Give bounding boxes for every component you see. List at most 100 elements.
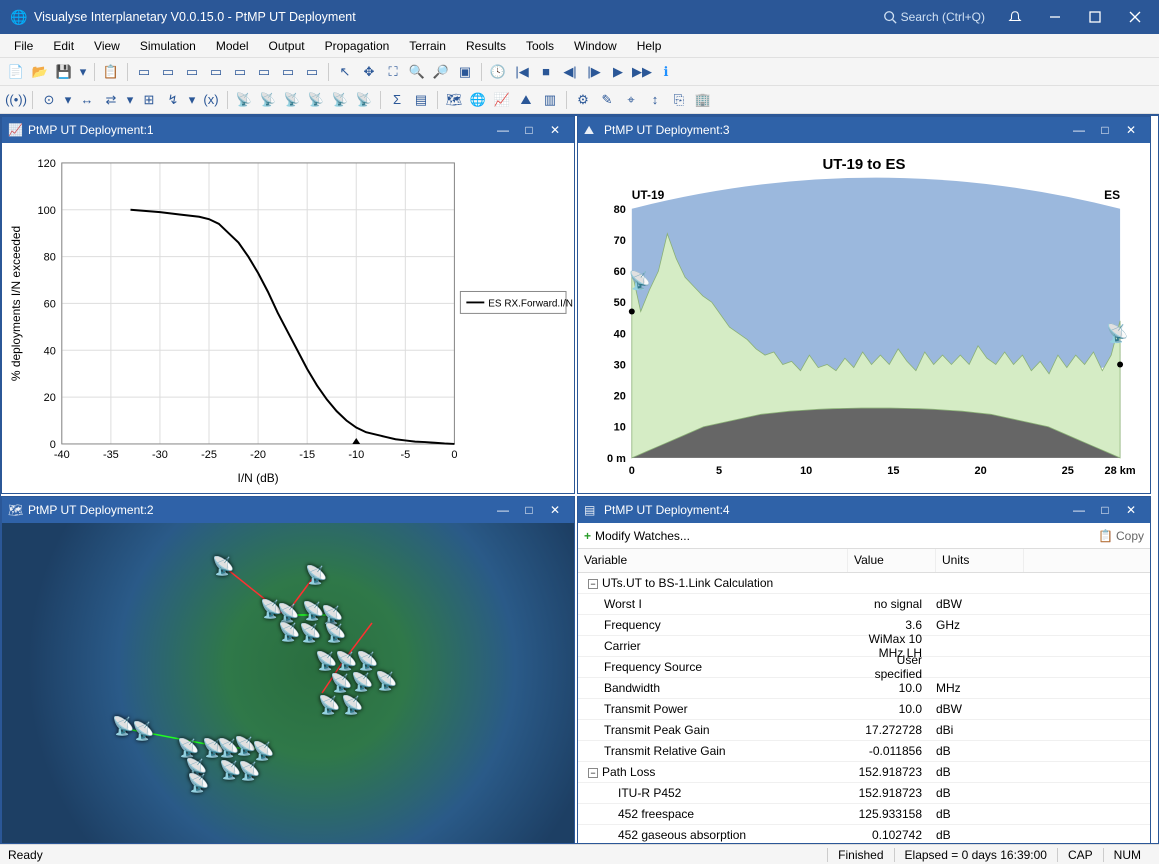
info-icon[interactable]: ℹ (655, 61, 677, 83)
table-row[interactable]: Frequency SourceUser specified (578, 657, 1150, 678)
zoom-out-icon[interactable]: 🔎 (430, 61, 452, 83)
skip-start-icon[interactable]: |◀ (511, 61, 533, 83)
panel-2-header[interactable]: 🗺 PtMP UT Deployment:2 — □ ✕ (2, 497, 574, 523)
map-station-icon[interactable]: 📡 (335, 651, 357, 673)
sat2-icon[interactable]: 📡 (257, 89, 279, 111)
copy-button[interactable]: 📋 Copy (1098, 529, 1144, 543)
col-header-variable[interactable]: Variable (578, 549, 848, 572)
map-station-icon[interactable]: 📡 (212, 556, 234, 578)
node-dropdown-icon[interactable]: ▾ (62, 89, 74, 111)
save-icon[interactable]: 💾 (53, 61, 75, 83)
win-tile7-icon[interactable]: ▭ (277, 61, 299, 83)
link2-dropdown-icon[interactable]: ▾ (124, 89, 136, 111)
panel-3-header[interactable]: ⛰ PtMP UT Deployment:3 — □ ✕ (578, 117, 1150, 143)
panel-4-close[interactable]: ✕ (1116, 497, 1146, 523)
tool3-icon[interactable]: ⌖ (620, 89, 642, 111)
map-station-icon[interactable]: 📡 (315, 651, 337, 673)
menu-window[interactable]: Window (564, 36, 627, 56)
view-3d-icon[interactable]: 🌐 (467, 89, 489, 111)
panel-3-close[interactable]: ✕ (1116, 117, 1146, 143)
sat3-icon[interactable]: 📡 (281, 89, 303, 111)
win-tile3-icon[interactable]: ▭ (181, 61, 203, 83)
map-station-icon[interactable]: 📡 (341, 695, 363, 717)
map-station-icon[interactable]: 📡 (177, 738, 199, 760)
step-back-icon[interactable]: ◀| (559, 61, 581, 83)
path-dropdown-icon[interactable]: ▾ (186, 89, 198, 111)
link2-icon[interactable]: ⇄ (100, 89, 122, 111)
map-station-icon[interactable]: 📡 (112, 716, 134, 738)
pan-icon[interactable]: ✥ (358, 61, 380, 83)
panel-2-body[interactable]: 📡📡📡📡📡📡📡📡📡📡📡📡📡📡📡📡📡📡📡📡📡📡📡📡📡📡📡📡 (2, 523, 574, 843)
view-profile-icon[interactable]: ⛰ (515, 89, 537, 111)
menu-view[interactable]: View (84, 36, 130, 56)
menu-file[interactable]: File (4, 36, 43, 56)
save-dropdown-icon[interactable]: ▾ (77, 61, 89, 83)
pointer-icon[interactable]: ↖ (334, 61, 356, 83)
panel-2-close[interactable]: ✕ (540, 497, 570, 523)
stop-icon[interactable]: ■ (535, 61, 557, 83)
win-tile6-icon[interactable]: ▭ (253, 61, 275, 83)
step-fwd-icon[interactable]: |▶ (583, 61, 605, 83)
panel-1-header[interactable]: 📈 PtMP UT Deployment:1 — □ ✕ (2, 117, 574, 143)
zoom-fit-icon[interactable]: ▣ (454, 61, 476, 83)
map-station-icon[interactable]: 📡 (351, 672, 373, 694)
clock-icon[interactable]: 🕓 (487, 61, 509, 83)
menu-tools[interactable]: Tools (516, 36, 564, 56)
node-icon[interactable]: ⊙ (38, 89, 60, 111)
map-station-icon[interactable]: 📡 (252, 741, 274, 763)
tool5-icon[interactable]: ⎘ (668, 89, 690, 111)
panel-1-close[interactable]: ✕ (540, 117, 570, 143)
tool2-icon[interactable]: ✎ (596, 89, 618, 111)
ffwd-icon[interactable]: ▶▶ (631, 61, 653, 83)
map-station-icon[interactable]: 📡 (132, 721, 154, 743)
table-row[interactable]: Transmit Peak Gain17.272728dBi (578, 720, 1150, 741)
win-tile2-icon[interactable]: ▭ (157, 61, 179, 83)
map-station-icon[interactable]: 📡 (356, 651, 378, 673)
table-row[interactable]: −UTs.UT to BS-1.Link Calculation (578, 573, 1150, 594)
map-station-icon[interactable]: 📡 (318, 695, 340, 717)
sat5-icon[interactable]: 📡 (329, 89, 351, 111)
menu-edit[interactable]: Edit (43, 36, 84, 56)
table-row[interactable]: Worst Ino signaldBW (578, 594, 1150, 615)
col-header-value[interactable]: Value (848, 549, 936, 572)
minimize-button[interactable] (1035, 0, 1075, 34)
search-box[interactable]: Search (Ctrl+Q) (883, 10, 985, 24)
play-icon[interactable]: ▶ (607, 61, 629, 83)
table-row[interactable]: Transmit Relative Gain-0.011856dB (578, 741, 1150, 762)
table-row[interactable]: ITU-R P452152.918723dB (578, 783, 1150, 804)
zoom-box-icon[interactable]: ⛶ (382, 61, 404, 83)
col-header-units[interactable]: Units (936, 549, 1024, 572)
map-station-icon[interactable]: 📡 (238, 761, 260, 783)
win-tile4-icon[interactable]: ▭ (205, 61, 227, 83)
tool1-icon[interactable]: ⚙ (572, 89, 594, 111)
table-body[interactable]: −UTs.UT to BS-1.Link CalculationWorst In… (578, 573, 1150, 843)
collapse-icon[interactable]: − (588, 768, 598, 778)
sat1-icon[interactable]: 📡 (233, 89, 255, 111)
map-station-icon[interactable]: 📡 (324, 623, 346, 645)
view-table-icon[interactable]: ▥ (539, 89, 561, 111)
menu-results[interactable]: Results (456, 36, 516, 56)
view-chart-icon[interactable]: 📈 (491, 89, 513, 111)
menu-model[interactable]: Model (206, 36, 259, 56)
table-row[interactable]: Bandwidth10.0MHz (578, 678, 1150, 699)
map-station-icon[interactable]: 📡 (278, 622, 300, 644)
modify-watches-link[interactable]: Modify Watches... (595, 529, 690, 543)
antenna-icon[interactable]: ((•)) (5, 89, 27, 111)
table-row[interactable]: 452 gaseous absorption0.102742dB (578, 825, 1150, 843)
view-map-icon[interactable]: 🗺 (443, 89, 465, 111)
open-icon[interactable]: 📂 (29, 61, 51, 83)
map-station-icon[interactable]: 📡 (375, 671, 397, 693)
map-station-icon[interactable]: 📡 (330, 673, 352, 695)
table-row[interactable]: −Path Loss152.918723dB (578, 762, 1150, 783)
win-tile8-icon[interactable]: ▭ (301, 61, 323, 83)
tool4-icon[interactable]: ↕ (644, 89, 666, 111)
menu-propagation[interactable]: Propagation (315, 36, 400, 56)
maximize-button[interactable] (1075, 0, 1115, 34)
sigma-icon[interactable]: Σ (386, 89, 408, 111)
plus-icon[interactable]: + (584, 529, 591, 543)
sat4-icon[interactable]: 📡 (305, 89, 327, 111)
table-row[interactable]: Transmit Power10.0dBW (578, 699, 1150, 720)
path-icon[interactable]: ↯ (162, 89, 184, 111)
menu-output[interactable]: Output (259, 36, 315, 56)
new-icon[interactable]: 📄 (5, 61, 27, 83)
